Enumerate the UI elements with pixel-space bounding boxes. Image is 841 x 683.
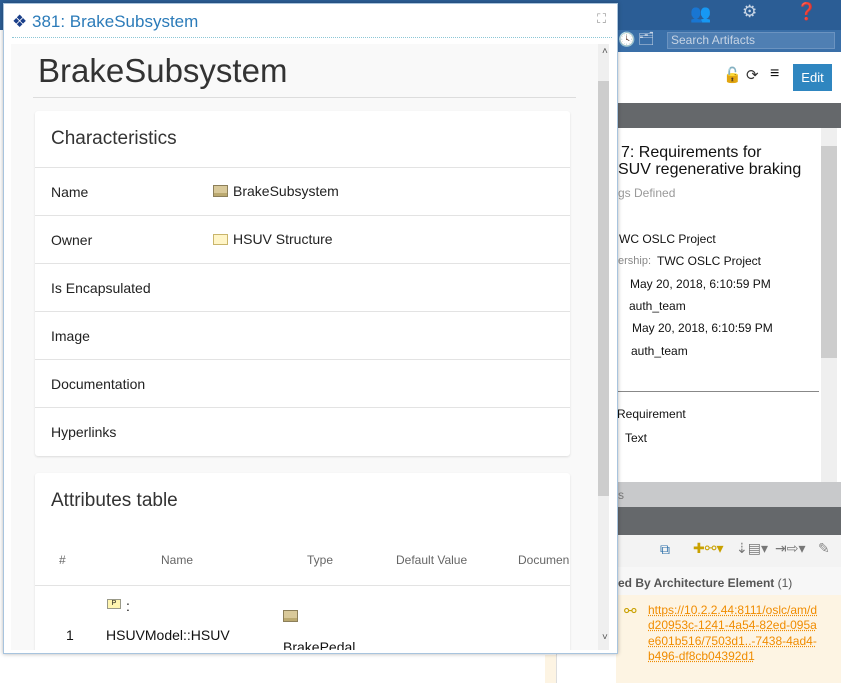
attributes-title: Attributes table (51, 490, 178, 511)
lock-icon[interactable]: 🔓 (723, 66, 742, 84)
artifact-title-2: SUV regenerative braking (618, 161, 802, 178)
users-icon[interactable]: 👥 (690, 4, 711, 24)
name-value[interactable]: BrakeSubsystem (233, 183, 339, 199)
column-header[interactable]: # (59, 553, 66, 567)
modified-on: May 20, 2018, 6:10:59 PM (632, 321, 773, 335)
property-row: Hyperlinks (35, 407, 570, 455)
details-scrollbar[interactable] (821, 128, 837, 482)
search-input[interactable]: Search Artifacts (667, 32, 835, 49)
element-icon: ❖ (12, 12, 28, 31)
dialog-title: ❖ 381: BrakeSubsystem (12, 12, 199, 31)
column-header[interactable]: Name (161, 553, 193, 567)
block-icon (283, 610, 298, 622)
property-row: Is Encapsulated (35, 263, 570, 311)
history-icon[interactable]: 🕓 (618, 31, 635, 48)
title-divider (12, 37, 612, 38)
scrollbar-thumb[interactable] (598, 81, 609, 496)
edit-links-icon[interactable]: ✎ (818, 540, 830, 557)
heading-divider (33, 97, 576, 98)
link-icon: ⚯ (624, 603, 637, 620)
property-row: Documentation (35, 359, 570, 407)
filter-links-icon[interactable]: ⇥⇨▾ (775, 540, 806, 557)
menu-icon[interactable]: ≡ (770, 65, 779, 83)
created-on: May 20, 2018, 6:10:59 PM (630, 277, 771, 291)
property-row: Name BrakeSubsystem (35, 167, 570, 215)
gear-icon[interactable]: ⚙ (742, 2, 757, 22)
column-header[interactable]: Type (307, 553, 333, 567)
block-icon (213, 185, 228, 197)
add-link-icon[interactable]: ✚⚯▾ (693, 540, 724, 557)
close-icon[interactable]: ⛶ (597, 11, 606, 27)
edit-button[interactable]: Edit (793, 64, 832, 91)
column-header[interactable]: Documen (518, 553, 569, 567)
artifact-type: Requirement (617, 407, 686, 421)
attribute-name[interactable]: HSUVModel::HSUV (106, 627, 230, 643)
artifact-format: Text (625, 431, 648, 445)
dialog-body: BrakeSubsystem Characteristics Name Brake… (11, 44, 609, 650)
project-value: WC OSLC Project (619, 232, 716, 246)
owner-value[interactable]: HSUV Structure (233, 231, 333, 247)
table-row: 1 P : HSUVModel::HSUV BrakePedal (35, 586, 570, 650)
help-icon[interactable]: ❓ (796, 2, 817, 22)
characteristics-title: Characteristics (51, 128, 177, 149)
refresh-icon[interactable]: ⟳ (746, 66, 759, 84)
sort-icon[interactable]: ⇣▤▾ (736, 540, 768, 557)
package-icon (213, 233, 228, 245)
attributes-card: Attributes table # Name Type Default Val… (35, 473, 570, 650)
element-heading: BrakeSubsystem (38, 52, 288, 89)
modified-by: auth_team (631, 344, 688, 358)
property-row: Owner HSUV Structure (35, 215, 570, 263)
architecture-element-link[interactable]: https://10.2.2.44:8111/oslc/am/dd20953c-… (648, 603, 818, 664)
project-menu-icon[interactable]: 🗂 (638, 31, 655, 47)
element-preview-dialog: ❖ 381: BrakeSubsystem ⛶ BrakeSubsystem C… (3, 3, 618, 654)
ownership-label: ership: (618, 255, 652, 267)
part-icon: P (107, 599, 121, 609)
created-by: auth_team (629, 299, 686, 313)
background-panel (545, 655, 556, 683)
attribute-type[interactable]: BrakePedal (283, 639, 355, 650)
artifact-status: gs Defined (618, 186, 676, 200)
artifact-title: 7: Requirements for (621, 144, 762, 161)
property-row: Image (35, 311, 570, 359)
ownership-value: TWC OSLC Project (657, 254, 762, 268)
column-header[interactable]: Default Value (396, 553, 467, 567)
graph-icon[interactable]: ⧉ (660, 541, 670, 558)
characteristics-card: Characteristics Name BrakeSubsystem Owner… (35, 111, 570, 456)
divider (618, 391, 819, 392)
